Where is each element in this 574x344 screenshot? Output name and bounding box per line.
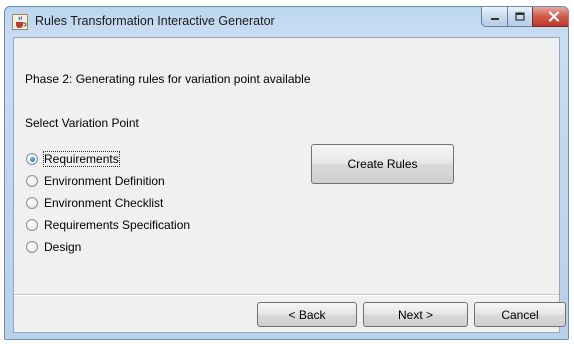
cancel-button[interactable]: Cancel (474, 302, 566, 327)
radio-environment-definition[interactable]: Environment Definition (26, 172, 165, 190)
radio-label: Requirements Specification (44, 218, 191, 232)
radio-label: Environment Definition (44, 174, 165, 188)
radio-unselected-icon[interactable] (26, 241, 38, 253)
title-bar[interactable]: Rules Transformation Interactive Generat… (5, 7, 568, 37)
radio-requirements-specification[interactable]: Requirements Specification (26, 216, 190, 234)
java-cup-icon (12, 14, 28, 30)
dialog-content: Phase 2: Generating rules for variation … (13, 37, 566, 333)
close-icon (548, 11, 559, 22)
minimize-button[interactable] (481, 7, 508, 27)
next-button[interactable]: Next > (363, 302, 468, 327)
create-rules-button[interactable]: Create Rules (311, 144, 454, 184)
radio-unselected-icon[interactable] (26, 219, 38, 231)
radio-label: Environment Checklist (44, 196, 164, 210)
minimize-icon (490, 17, 499, 20)
radio-unselected-icon[interactable] (26, 175, 38, 187)
radio-design[interactable]: Design (26, 238, 81, 256)
radio-requirements[interactable]: Requirements (26, 150, 120, 168)
radio-unselected-icon[interactable] (26, 197, 38, 209)
dialog-window: Rules Transformation Interactive Generat… (4, 6, 569, 340)
maximize-button[interactable] (507, 7, 533, 27)
maximize-icon (515, 12, 525, 21)
close-button[interactable] (532, 7, 568, 27)
select-variation-point-label: Select Variation Point (25, 116, 139, 130)
radio-label: Requirements (43, 151, 120, 167)
radio-selected-icon[interactable] (26, 153, 38, 165)
phase-description: Phase 2: Generating rules for variation … (25, 72, 311, 86)
radio-environment-checklist[interactable]: Environment Checklist (26, 194, 163, 212)
footer-separator (14, 294, 559, 296)
back-button[interactable]: < Back (257, 302, 357, 327)
window-title: Rules Transformation Interactive Generat… (35, 14, 275, 28)
radio-label: Design (44, 240, 82, 254)
